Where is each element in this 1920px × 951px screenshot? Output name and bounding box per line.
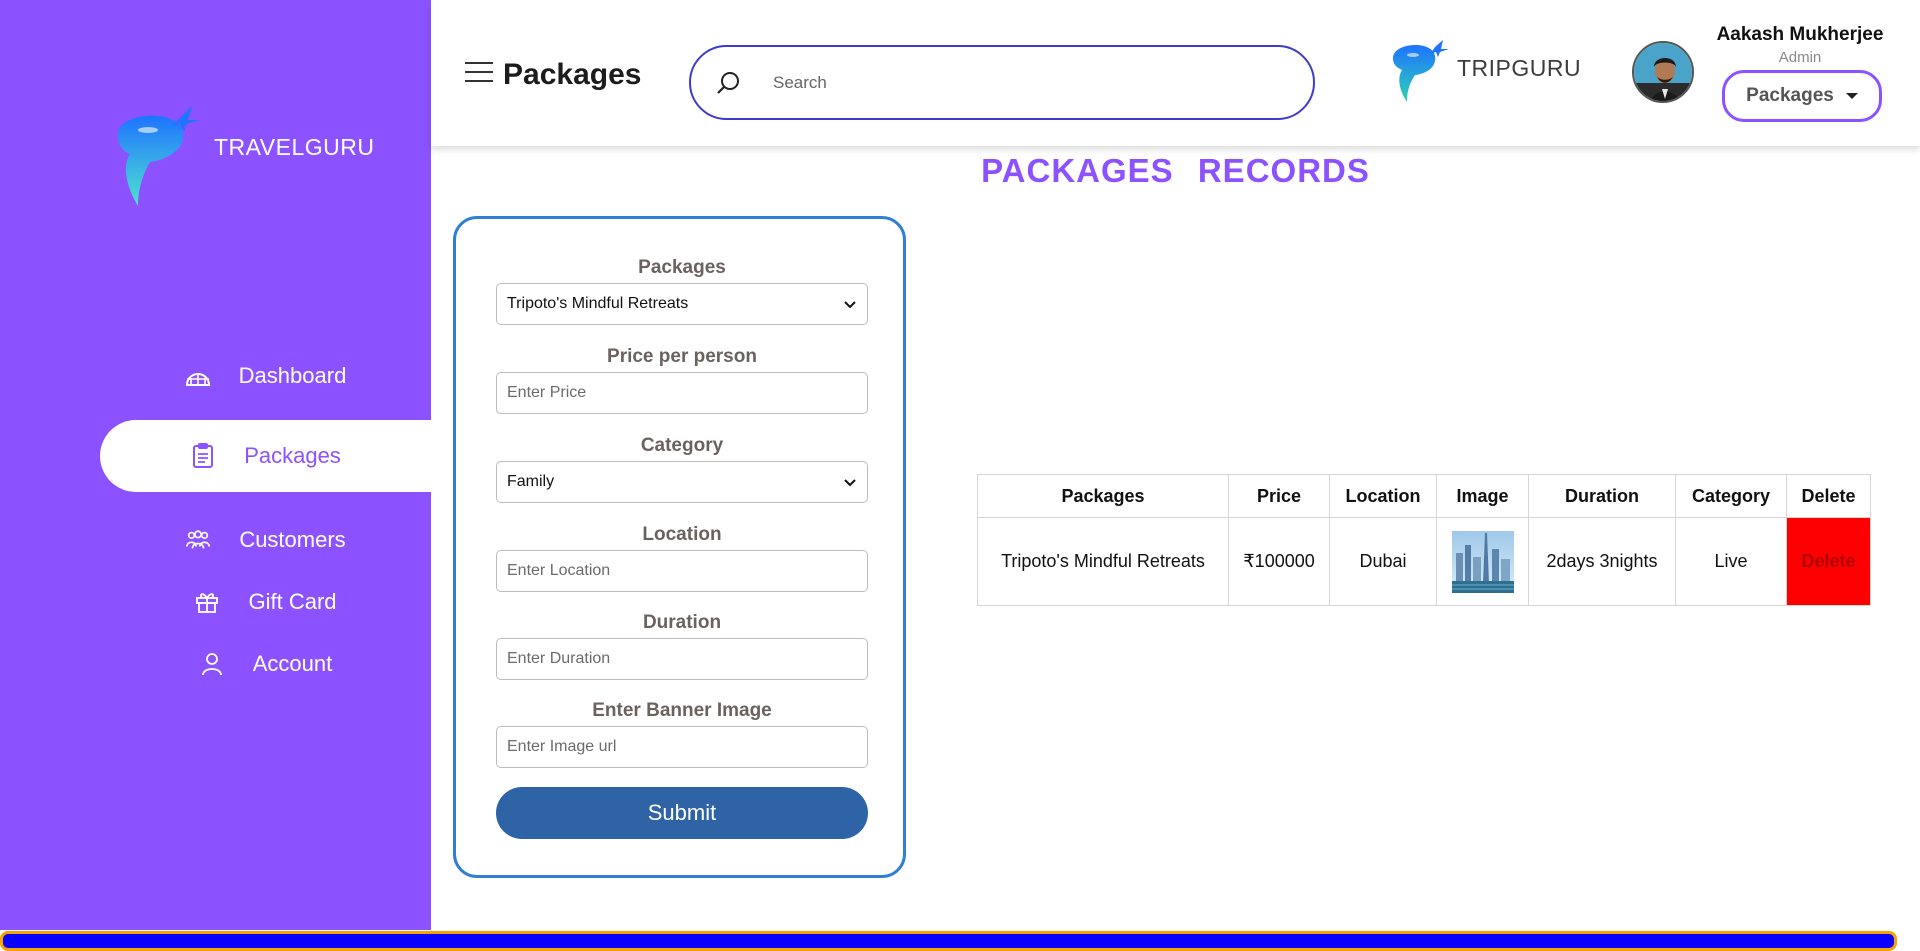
caret-down-icon	[1845, 93, 1858, 99]
dubai-skyline-thumbnail	[1451, 530, 1514, 593]
column-header: Image	[1436, 474, 1529, 518]
packages-table: Packages Price Location Image Duration C…	[977, 474, 1871, 606]
search-input[interactable]	[773, 72, 1253, 93]
gift-icon	[194, 589, 220, 615]
price-field: Price per person	[496, 346, 868, 414]
duration-input[interactable]	[496, 638, 868, 680]
location-cell: Dubai	[1329, 517, 1437, 606]
column-header: Price	[1228, 474, 1330, 518]
delete-button[interactable]: Delete	[1786, 517, 1871, 606]
duration-label: Duration	[642, 612, 722, 633]
category-cell: Live	[1675, 517, 1787, 606]
price-input[interactable]	[496, 372, 868, 414]
search-bar[interactable]	[689, 45, 1315, 120]
category-field: Category Family	[496, 435, 868, 503]
banner-image-input[interactable]	[496, 726, 868, 768]
tripguru-logo-icon	[1393, 40, 1449, 102]
package-cell: Tripoto's Mindful Retreats	[977, 517, 1229, 606]
sidebar: TRAVELGURU Dashboard Packages Customers …	[0, 0, 431, 930]
column-header: Location	[1329, 474, 1437, 518]
duration-field: Duration	[496, 612, 868, 680]
search-icon	[717, 71, 739, 94]
price-cell: ₹100000	[1228, 517, 1330, 606]
price-label: Price per person	[607, 346, 757, 367]
tripguru-name: TRIPGURU	[1457, 54, 1582, 81]
bottom-scrollbar[interactable]	[0, 931, 1897, 951]
table-header-row: Packages Price Location Image Duration C…	[977, 474, 1871, 518]
sidebar-item-label: Customers	[239, 527, 346, 552]
user-icon	[199, 651, 225, 677]
travelguru-logo-icon	[118, 106, 200, 206]
chevron-down-icon	[844, 479, 856, 487]
duration-cell: 2days 3nights	[1528, 517, 1676, 606]
records-title: PACKAGES RECORDS	[981, 152, 1370, 189]
avatar[interactable]	[1632, 41, 1694, 103]
brand[interactable]: TRAVELGURU	[108, 106, 375, 210]
tripguru-logo: TRIPGURU	[1389, 40, 1581, 104]
packages-dropdown-label: Packages	[1746, 85, 1834, 106]
location-label: Location	[642, 524, 722, 545]
sidebar-item-label: Gift Card	[248, 589, 337, 614]
chevron-down-icon	[844, 301, 856, 309]
clipboard-icon	[190, 443, 216, 469]
package-form: Packages Tripoto's Mindful Retreats Pric…	[453, 216, 906, 878]
hamburger-menu-icon[interactable]	[465, 62, 493, 84]
sidebar-item-label: Account	[252, 651, 333, 676]
location-field: Location	[496, 524, 868, 592]
user-name: Aakash Mukherjee	[1716, 24, 1884, 45]
column-header: Category	[1675, 474, 1787, 518]
banner-label: Enter Banner Image	[592, 700, 772, 721]
packages-label: Packages	[638, 257, 726, 278]
submit-button[interactable]: Submit	[496, 787, 868, 839]
sidebar-item-packages[interactable]: Packages	[100, 420, 431, 492]
packages-field: Packages Tripoto's Mindful Retreats	[496, 257, 868, 325]
packages-select-value: Tripoto's Mindful Retreats	[507, 295, 689, 312]
sidebar-item-dashboard[interactable]: Dashboard	[100, 340, 431, 412]
image-cell	[1436, 517, 1529, 606]
dashboard-icon	[185, 363, 211, 389]
table-row: Tripoto's Mindful Retreats ₹100000 Dubai	[977, 517, 1871, 606]
banner-field: Enter Banner Image	[496, 700, 868, 768]
sidebar-item-account[interactable]: Account	[100, 628, 431, 700]
category-label: Category	[640, 435, 724, 456]
category-select-value: Family	[507, 473, 555, 490]
avatar-image	[1634, 43, 1692, 101]
packages-select[interactable]: Tripoto's Mindful Retreats	[496, 283, 868, 325]
column-header: Delete	[1786, 474, 1871, 518]
column-header: Duration	[1528, 474, 1676, 518]
column-header: Packages	[977, 474, 1229, 518]
customers-icon	[185, 527, 211, 553]
location-input[interactable]	[496, 550, 868, 592]
brand-name: TRAVELGURU	[214, 133, 375, 160]
packages-dropdown[interactable]: Packages	[1722, 70, 1882, 122]
sidebar-item-label: Dashboard	[238, 363, 347, 388]
user-role: Admin	[1778, 49, 1822, 66]
top-header: Packages TRIPGURU A	[431, 0, 1920, 146]
sidebar-item-label: Packages	[244, 443, 341, 468]
category-select[interactable]: Family	[496, 461, 868, 503]
page-title: Packages	[503, 58, 642, 91]
